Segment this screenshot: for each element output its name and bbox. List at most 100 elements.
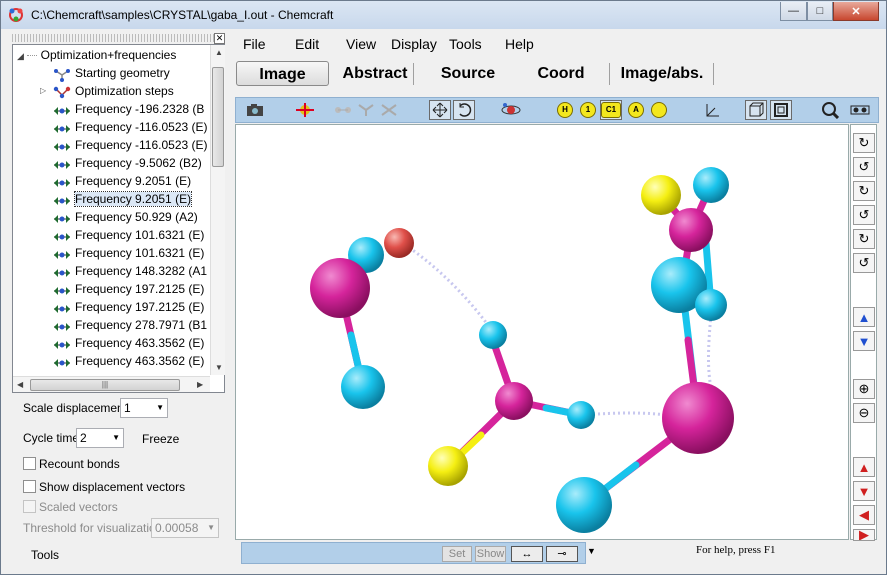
- tree-item[interactable]: Frequency 278.7971 (B1: [53, 316, 207, 334]
- bond-tool-3-icon[interactable]: [378, 100, 400, 120]
- scroll-right-icon[interactable]: ▶: [197, 380, 203, 389]
- tree-item[interactable]: Frequency 9.2051 (E): [53, 190, 193, 208]
- molecule-canvas[interactable]: [235, 124, 849, 540]
- threshold-select[interactable]: 0.00058 ▼: [151, 518, 219, 538]
- menu-display[interactable]: Display: [391, 36, 437, 52]
- frequency-icon: [53, 122, 71, 134]
- zoom-search-icon[interactable]: [819, 100, 841, 120]
- show-vectors-checkbox[interactable]: [23, 480, 36, 493]
- stereo-glasses-icon[interactable]: [849, 100, 871, 120]
- tab-image-abs[interactable]: Image/abs.: [613, 61, 711, 86]
- rotate-ccw-z-icon[interactable]: ↺: [853, 253, 875, 273]
- rotate-cw-x-icon[interactable]: ↻: [853, 133, 875, 153]
- atom-sphere-button[interactable]: [648, 100, 670, 120]
- tab-image[interactable]: Image: [236, 61, 329, 86]
- calculation-tree[interactable]: ◢ Optimization+frequencies Starting geom…: [12, 44, 225, 393]
- minimize-button[interactable]: —: [780, 2, 807, 21]
- chemcraft-app-icon: [9, 8, 23, 22]
- tree-item[interactable]: Frequency -116.0523 (E): [53, 118, 208, 136]
- threshold-value: 0.00058: [155, 521, 199, 535]
- tree-item[interactable]: Frequency 463.3562 (E): [53, 352, 204, 370]
- animate-vibration-icon[interactable]: [294, 100, 316, 120]
- tree-item[interactable]: Frequency 50.929 (A2): [53, 208, 198, 226]
- menu-edit[interactable]: Edit: [295, 36, 319, 52]
- scale-down-arrow-icon[interactable]: ▼: [853, 331, 875, 351]
- rotate-ccw-y-icon[interactable]: ↺: [853, 205, 875, 225]
- menu-file[interactable]: File: [243, 36, 266, 52]
- tree-item[interactable]: Frequency 101.6321 (E): [53, 244, 204, 262]
- rotate-icon[interactable]: [453, 100, 475, 120]
- tab-source[interactable]: Source: [429, 61, 507, 86]
- tree-vertical-scrollbar[interactable]: ▲ ▼: [210, 45, 225, 375]
- bond-length-icon[interactable]: ↔: [511, 546, 543, 562]
- zoom-in-icon[interactable]: ⊕: [853, 379, 875, 399]
- expand-arrow-icon[interactable]: ▷: [40, 82, 46, 100]
- panel-grip[interactable]: [12, 34, 225, 42]
- panel-close-icon[interactable]: ✕: [214, 33, 225, 44]
- tree-item[interactable]: ▷ Optimization steps: [40, 82, 174, 100]
- menu-view[interactable]: View: [346, 36, 376, 52]
- c1-label-button[interactable]: C1: [600, 100, 622, 120]
- molecule-orbit-icon[interactable]: [500, 100, 522, 120]
- scroll-down-icon[interactable]: ▼: [215, 363, 223, 372]
- move-left-arrow-icon[interactable]: ◀: [853, 505, 875, 525]
- move-down-arrow-icon[interactable]: ▼: [853, 481, 875, 501]
- move-right-arrow-icon[interactable]: ▶: [853, 529, 875, 541]
- box-3d-icon[interactable]: [745, 100, 767, 120]
- tree-item[interactable]: Starting geometry: [53, 64, 170, 82]
- scroll-left-icon[interactable]: ◀: [17, 380, 23, 389]
- tree-item[interactable]: Frequency 463.3562 (E): [53, 334, 204, 352]
- recount-bonds-checkbox[interactable]: [23, 457, 36, 470]
- set-button[interactable]: Set: [442, 546, 472, 562]
- tree-item[interactable]: Frequency -196.2328 (B: [53, 100, 204, 118]
- tree-item[interactable]: Frequency 9.2051 (E): [53, 172, 191, 190]
- tree-item-label: Frequency -9.5062 (B2): [75, 156, 202, 170]
- arrow-vector-icon[interactable]: ⊸: [546, 546, 578, 562]
- cycle-time-select[interactable]: 2 ▼: [76, 428, 124, 448]
- tree-root[interactable]: ◢ Optimization+frequencies: [17, 46, 176, 64]
- vertical-scroll-thumb[interactable]: [212, 67, 224, 167]
- axes-icon[interactable]: [701, 100, 723, 120]
- tree-item[interactable]: Frequency 197.2125 (E): [53, 280, 204, 298]
- tree-item[interactable]: Frequency 148.3282 (A1: [53, 262, 207, 280]
- frequency-icon: [53, 158, 71, 170]
- tree-item[interactable]: Frequency 101.6321 (E): [53, 226, 204, 244]
- frequency-icon: [53, 248, 71, 260]
- rotate-cw-y-icon[interactable]: ↻: [853, 181, 875, 201]
- tree-item[interactable]: Frequency -116.0523 (E): [53, 136, 208, 154]
- scroll-up-icon[interactable]: ▲: [215, 48, 223, 57]
- help-hint: For help, press F1: [696, 544, 776, 556]
- tools-label[interactable]: Tools: [31, 548, 59, 562]
- camera-icon[interactable]: [244, 100, 266, 120]
- scaled-vectors-checkbox[interactable]: [23, 500, 36, 513]
- tree-horizontal-scrollbar[interactable]: ◀ ||| ▶: [13, 376, 210, 392]
- a-label-button[interactable]: A: [625, 100, 647, 120]
- chevron-down-icon: ▼: [112, 433, 120, 442]
- maximize-button[interactable]: □: [807, 2, 833, 21]
- close-button[interactable]: ✕: [833, 2, 879, 21]
- tab-coord[interactable]: Coord: [522, 61, 600, 86]
- rotate-ccw-x-icon[interactable]: ↺: [853, 157, 875, 177]
- rotate-cw-z-icon[interactable]: ↻: [853, 229, 875, 249]
- move-up-arrow-icon[interactable]: ▲: [853, 457, 875, 477]
- show-button[interactable]: Show: [475, 546, 506, 562]
- bond-tool-2-icon[interactable]: [355, 100, 377, 120]
- move-icon[interactable]: [429, 100, 451, 120]
- status-chevron-down-icon[interactable]: ▼: [587, 546, 596, 556]
- hydrogen-label-button[interactable]: H: [554, 100, 576, 120]
- tab-abstract[interactable]: Abstract: [335, 61, 415, 86]
- tree-item-label: Frequency 278.7971 (B1: [75, 318, 208, 332]
- box-frame-icon[interactable]: [770, 100, 792, 120]
- freeze-button[interactable]: Freeze: [142, 432, 179, 446]
- scale-up-arrow-icon[interactable]: ▲: [853, 307, 875, 327]
- scale-displacement-select[interactable]: 1 ▼: [120, 398, 168, 418]
- horizontal-scroll-thumb[interactable]: |||: [30, 379, 180, 391]
- tree-item[interactable]: Frequency -9.5062 (B2): [53, 154, 202, 172]
- menu-tools[interactable]: Tools: [449, 36, 482, 52]
- frequency-icon: [53, 104, 71, 116]
- zoom-out-icon[interactable]: ⊖: [853, 403, 875, 423]
- menu-help[interactable]: Help: [505, 36, 534, 52]
- bond-tool-1-icon[interactable]: [332, 100, 354, 120]
- number-label-button[interactable]: 1: [577, 100, 599, 120]
- tree-item[interactable]: Frequency 197.2125 (E): [53, 298, 204, 316]
